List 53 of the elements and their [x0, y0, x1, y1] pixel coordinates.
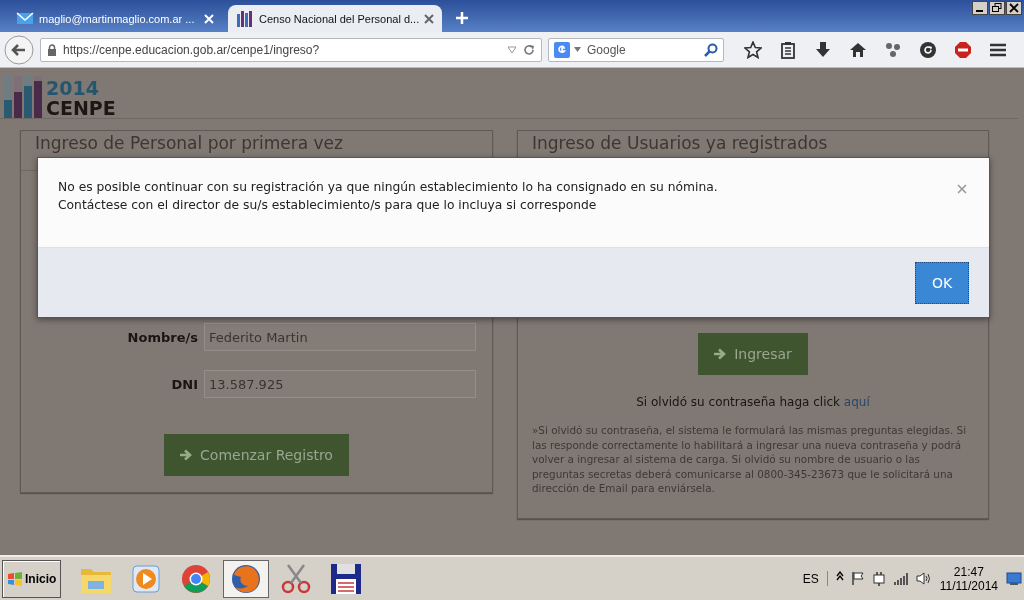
- start-button[interactable]: Inicio: [2, 559, 62, 598]
- language-indicator[interactable]: ES: [802, 571, 819, 586]
- bar-chart-icon: [236, 10, 254, 27]
- speaker-icon[interactable]: [915, 571, 932, 586]
- minimize-icon[interactable]: [972, 1, 988, 15]
- reload-icon[interactable]: [523, 43, 535, 56]
- field-label: DNI: [171, 376, 198, 392]
- show-desktop-icon[interactable]: [1006, 571, 1022, 586]
- search-icon[interactable]: [704, 42, 718, 57]
- mail-icon: [16, 10, 34, 27]
- address-bar[interactable]: https://cenpe.educacion.gob.ar/cenpe1/ingreso?: [40, 37, 542, 62]
- signal-icon[interactable]: [892, 571, 909, 586]
- windows-logo-icon: [7, 571, 23, 586]
- history-icon[interactable]: [919, 40, 937, 59]
- search-field[interactable]: Google: [548, 37, 724, 62]
- adblock-icon[interactable]: [954, 40, 972, 59]
- field-label: Nombre/s: [127, 329, 198, 345]
- dialog-message: Contáctese con el director de su/s establecimiento/s para que lo incluya si corresponde: [58, 198, 598, 212]
- arrow-icon: [714, 348, 727, 360]
- search-input[interactable]: Google: [585, 41, 700, 58]
- dialog-message: No es posible continuar con su registración ya que ningún establecimiento lo ha consignado en su nómina.: [58, 180, 718, 194]
- taskbar-button[interactable]: [223, 559, 270, 598]
- plus-icon[interactable]: [456, 12, 468, 24]
- forgot-password-text: Si olvidó su contraseña haga click aquí: [636, 395, 870, 409]
- restore-icon[interactable]: [989, 1, 1005, 15]
- help-text: »Si olvidó su contraseña, el sistema le formulará las mismas preguntas elegidas. Si las responde correctamente lo habilitará a ingresar una nueva contraseña y podrá volver a ingresar al sistema de carga. Si olvidó su nombre de usuario o las preguntas secretas deberá comunicarse al 0800-345-23673 que le solicitará una dirección de Email para enviársela.: [532, 423, 968, 496]
- submit-button[interactable]: Comenzar Registro: [164, 434, 349, 476]
- download-icon[interactable]: [814, 40, 832, 59]
- ok-button[interactable]: OK: [915, 261, 969, 304]
- logo-year: 2014: [46, 78, 100, 98]
- star-icon[interactable]: [744, 40, 762, 59]
- back-icon[interactable]: [4, 34, 34, 65]
- clock-time: 21:47: [953, 564, 984, 579]
- browser-tab[interactable]: Censo Nacional del Personal d...: [228, 5, 442, 32]
- close-icon[interactable]: [1006, 1, 1022, 15]
- input-field[interactable]: 13.587.925: [204, 370, 476, 398]
- flag-icon[interactable]: [850, 571, 865, 586]
- link[interactable]: aquí: [843, 395, 870, 409]
- clipboard-icon[interactable]: [779, 40, 797, 59]
- input-field[interactable]: Federito Martin: [204, 323, 476, 351]
- power-plug-icon[interactable]: [871, 571, 886, 586]
- arrow-icon: [180, 449, 193, 461]
- logo-name: CENPE: [46, 98, 116, 118]
- clock-date: 11/11/2014: [939, 578, 998, 593]
- bar-chart-icon: [4, 76, 44, 118]
- lock-icon: [47, 43, 57, 56]
- dropdown-icon[interactable]: [574, 47, 581, 52]
- home-icon[interactable]: [849, 40, 867, 59]
- share-icon[interactable]: [884, 40, 902, 59]
- url-text: https://cenpe.educacion.gob.ar/cenpe1/ingreso?: [63, 42, 321, 57]
- submit-button[interactable]: Ingresar: [698, 333, 808, 375]
- google-logo-icon: [554, 41, 570, 58]
- browser-tab[interactable]: maglio@martinmaglio.com.ar ...: [8, 5, 222, 32]
